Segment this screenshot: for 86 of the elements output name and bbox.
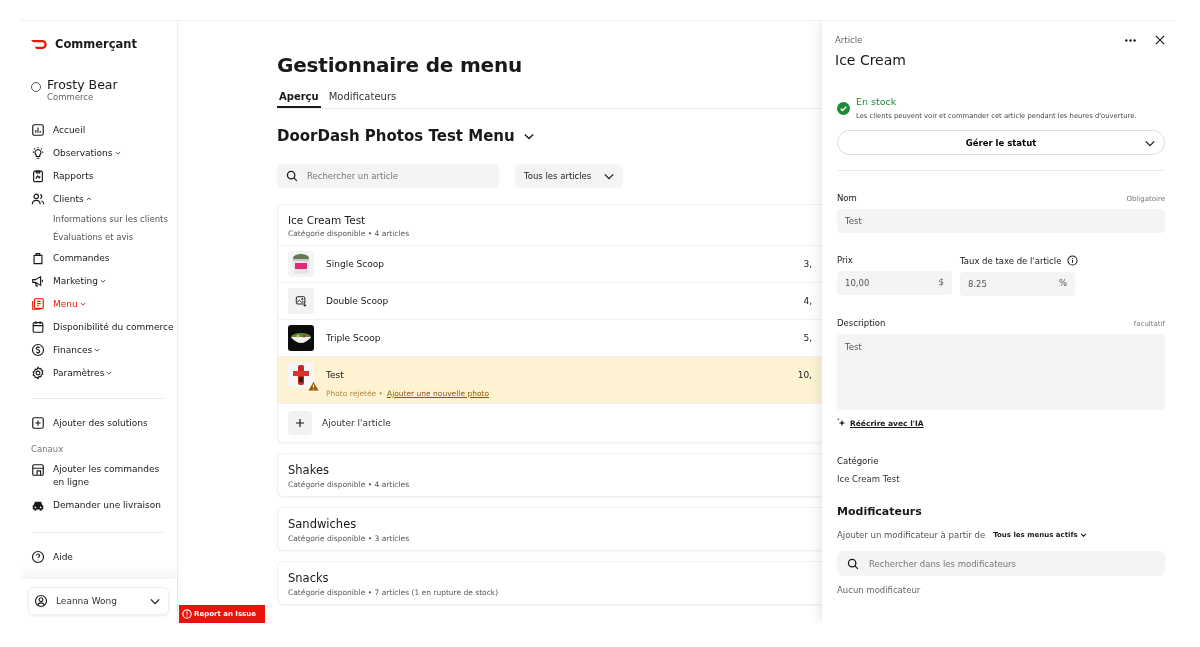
dollar-icon: [31, 342, 45, 357]
nav-item[interactable]: Finances: [31, 338, 177, 361]
search-icon: [847, 557, 859, 570]
store-type: Commerce: [47, 92, 95, 102]
chevron-down-icon: [523, 132, 534, 140]
menu-selector[interactable]: DoorDash Photos Test Menu: [277, 127, 515, 145]
modifier-search-field[interactable]: Rechercher dans les modificateurs: [837, 551, 1165, 576]
plus-square-icon: [31, 415, 45, 430]
sparkle-icon: [837, 418, 847, 428]
field-label: Nom: [837, 193, 857, 203]
user-menu[interactable]: Leanna Wong: [28, 587, 169, 615]
more-icon[interactable]: [1125, 38, 1136, 42]
nav-item[interactable]: Commandes: [31, 246, 177, 269]
user-avatar-icon: [34, 594, 48, 608]
add-item-button[interactable]: Ajouter l'article: [278, 404, 822, 442]
filter-dropdown[interactable]: Tous les articles: [515, 164, 624, 188]
logo-icon: [31, 38, 49, 50]
chevron-down-icon: [604, 172, 615, 180]
menu-item-row[interactable]: Double Scoop 4,: [278, 283, 822, 320]
car-icon: [31, 499, 45, 513]
field-label: Catégorie: [837, 456, 880, 466]
item-name: Single Scoop: [326, 259, 385, 269]
item-name: Triple Scoop: [326, 333, 382, 343]
section-label: Canaux: [31, 444, 65, 454]
status-title: En stock: [856, 96, 898, 107]
item-name: Double Scoop: [326, 296, 390, 306]
people-icon: [31, 191, 45, 206]
item-name: Test: [326, 370, 345, 380]
alert-icon: [182, 609, 192, 619]
nav-item[interactable]: Accueil: [31, 118, 177, 141]
nav-item[interactable]: Clients: [31, 187, 177, 210]
manage-status-button[interactable]: Gérer le statut: [837, 130, 1165, 155]
percent-unit: %: [1058, 278, 1067, 288]
name-field[interactable]: Test: [837, 209, 1165, 233]
bag-icon: [31, 250, 45, 265]
page-title: Gestionnaire de menu: [277, 53, 523, 77]
item-price: 10,: [797, 369, 812, 380]
lightbulb-icon: [31, 145, 45, 160]
menu-item-row[interactable]: Single Scoop 3,: [278, 246, 822, 283]
nav-subitem[interactable]: Évaluations et avis: [31, 228, 177, 246]
chevron-down-icon: [1145, 140, 1155, 147]
settings-icon: [31, 365, 45, 380]
help-item[interactable]: Aide: [31, 545, 177, 568]
nav-item[interactable]: Demander une livraison: [31, 494, 177, 518]
field-label: Description: [837, 318, 886, 328]
nav-item[interactable]: Disponibilité du commerce: [31, 315, 177, 338]
item-price: 5,: [803, 333, 812, 343]
search-field[interactable]: Rechercher un article: [277, 164, 499, 188]
clipboard-icon: [31, 168, 45, 183]
empty-message: Aucun modificateur: [837, 585, 922, 595]
field-label: Taux de taxe de l'article: [960, 255, 1062, 266]
panel-label: Article: [835, 35, 863, 45]
close-icon[interactable]: [1155, 35, 1165, 45]
chevron-down-icon: [1079, 533, 1087, 537]
item-price: 3,: [803, 259, 812, 269]
brand-name: Commerçant: [55, 37, 138, 51]
field-label: Prix: [837, 255, 854, 265]
nav-item[interactable]: Rapports: [31, 164, 177, 187]
plus-icon: [288, 411, 312, 435]
nav-subitem[interactable]: Informations sur les clients: [31, 210, 177, 228]
megaphone-icon: [31, 273, 45, 288]
modifier-source-label: Ajouter un modificateur à partir de: [837, 530, 986, 540]
add-solutions-item[interactable]: Ajouter des solutions: [31, 411, 177, 434]
chevron-down-icon: [150, 597, 160, 605]
store-name[interactable]: Frosty Bear: [47, 77, 118, 92]
storefront-icon: [31, 463, 45, 477]
description-field[interactable]: Test: [837, 334, 1165, 410]
nav-item[interactable]: Marketing: [31, 269, 177, 292]
menu-icon: [31, 296, 45, 311]
item-price: 4,: [803, 296, 812, 306]
chart-icon: [31, 122, 45, 137]
nav-item[interactable]: Observations: [31, 141, 177, 164]
category-value: Ice Cream Test: [837, 474, 901, 484]
tab[interactable]: Modificateurs: [326, 91, 399, 108]
currency-unit: $: [938, 277, 944, 287]
search-icon: [286, 170, 298, 182]
tab[interactable]: Aperçu: [277, 91, 321, 108]
nav-item[interactable]: Ajouter les commandes en ligne: [31, 458, 177, 494]
panel-title: Ice Cream: [835, 52, 907, 68]
calendar-icon: [31, 319, 45, 334]
nav-item[interactable]: Menu: [31, 292, 177, 315]
nav-item[interactable]: Paramètres: [31, 361, 177, 384]
help-icon: [31, 549, 45, 564]
section-title: Modificateurs: [837, 505, 923, 518]
info-icon[interactable]: [1067, 255, 1079, 266]
image-add-icon: [295, 295, 307, 307]
